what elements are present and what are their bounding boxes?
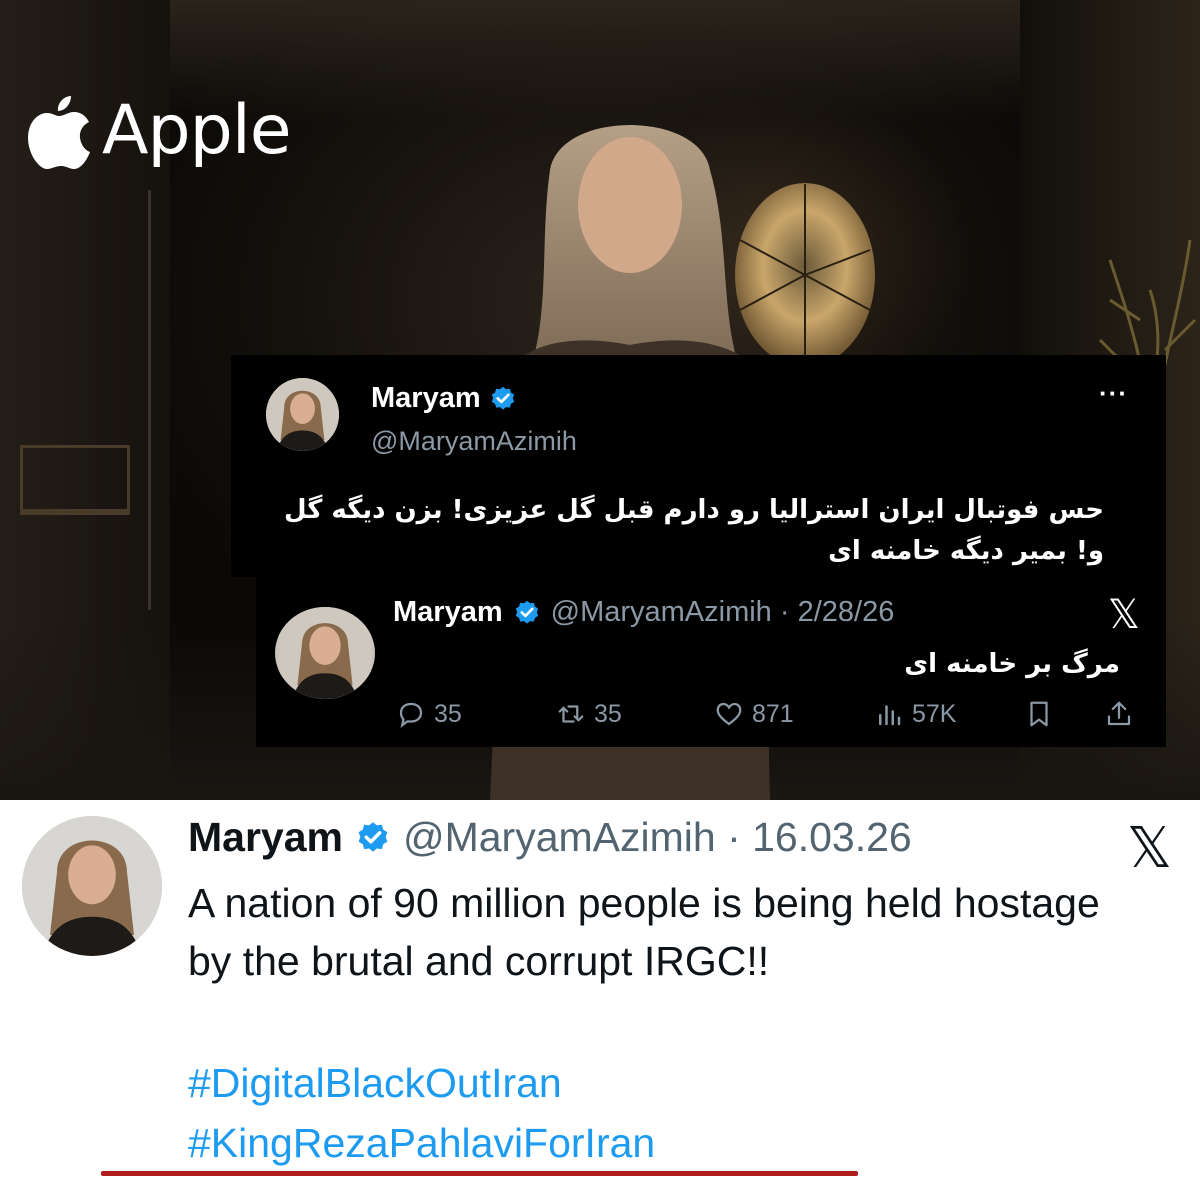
- views-count: 57K: [912, 699, 957, 728]
- author-name-row: Maryam: [371, 382, 517, 415]
- repost-icon: [558, 705, 584, 723]
- like-button[interactable]: 871: [714, 699, 874, 729]
- hashtag-link[interactable]: #KingRezaPahlaviForIran: [188, 1120, 655, 1167]
- reply-button[interactable]: 35: [396, 699, 556, 729]
- x-logo-icon: 𝕏: [1126, 816, 1172, 881]
- avatar[interactable]: [22, 816, 162, 956]
- tweet-text: مرگ بر خامنه ای: [904, 649, 1120, 679]
- light-stand: [148, 190, 151, 610]
- tweet-text: حس فوتبال ایران استرالیا رو دارم قبل گل …: [284, 495, 1104, 566]
- apple-logo-icon: [28, 96, 90, 169]
- bookmark-icon: [1030, 701, 1048, 727]
- more-options-icon[interactable]: ···: [1099, 378, 1128, 409]
- share-icon: [1107, 701, 1131, 726]
- x-logo-icon: 𝕏: [1107, 592, 1140, 638]
- tweet-actions: 35 35 871 57K: [396, 699, 1146, 729]
- verified-badge-icon: [358, 821, 388, 852]
- verified-badge-icon: [515, 600, 538, 624]
- tweet-text: A nation of 90 million people is being h…: [188, 880, 1100, 984]
- views-icon: [879, 705, 901, 726]
- reply-count: 35: [434, 699, 462, 728]
- tweet-meta[interactable]: @MaryamAzimih · 2/28/26: [551, 596, 895, 629]
- repost-count: 35: [594, 699, 622, 728]
- repost-button[interactable]: 35: [556, 699, 714, 729]
- author-handle[interactable]: @MaryamAzimih: [371, 426, 577, 457]
- inner-tweet-card[interactable]: Maryam @MaryamAzimih · 2/28/26 𝕏 مرگ بر …: [256, 577, 1166, 747]
- apple-brand: Apple: [24, 91, 292, 170]
- brand-name: Apple: [102, 91, 292, 170]
- views-button[interactable]: 57K: [874, 699, 1024, 729]
- like-count: 871: [752, 699, 794, 728]
- tweet-header: Maryam @MaryamAzimih · 2/28/26: [393, 596, 894, 629]
- avatar[interactable]: [266, 378, 339, 451]
- share-button[interactable]: [1104, 699, 1144, 729]
- author-name[interactable]: Maryam: [188, 814, 343, 861]
- hashtag-link[interactable]: #DigitalBlackOutIran: [188, 1060, 562, 1107]
- tweet-meta[interactable]: @MaryamAzimih · 16.03.26: [403, 814, 912, 861]
- quoted-tweet-card[interactable]: Maryam @MaryamAzimih ··· حس فوتبال ایران…: [231, 355, 1166, 577]
- author-name[interactable]: Maryam: [393, 596, 503, 629]
- author-name[interactable]: Maryam: [371, 382, 481, 415]
- reply-icon: [399, 702, 423, 728]
- red-underline: [101, 1171, 858, 1176]
- verified-badge-icon: [491, 386, 514, 410]
- avatar[interactable]: [275, 607, 375, 699]
- like-icon: [716, 702, 742, 726]
- bookmark-button[interactable]: [1024, 699, 1104, 729]
- wooden-table: [20, 445, 130, 515]
- tweet-header: Maryam @MaryamAzimih · 16.03.26: [188, 814, 912, 861]
